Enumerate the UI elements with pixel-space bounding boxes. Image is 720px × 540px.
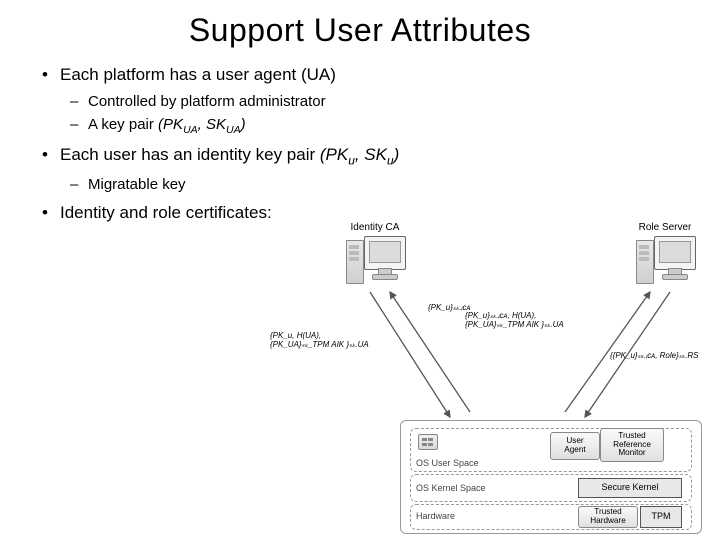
b1s2-prefix: A key pair xyxy=(88,116,158,133)
trusted-hardware-box: TrustedHardware xyxy=(578,506,638,528)
b2-sk-sub: u xyxy=(387,154,394,168)
bullet-2-sub-1: Migratable key xyxy=(60,174,684,195)
annotation-request-right: {PK_u}ₛₖ.ᵢcᴀ, H(UA),{PK_UA}ₛₖ_TPM AIK }ₛ… xyxy=(465,312,564,330)
b1s2-end: ) xyxy=(241,116,246,133)
b1s2-mid: , SK xyxy=(198,116,226,133)
bullet-1: Each platform has a user agent (UA) Cont… xyxy=(36,63,684,137)
b1s2-sk-sub: UA xyxy=(226,124,241,136)
role-server-label: Role Server xyxy=(630,222,700,233)
bullet-1-sub-2: A key pair (PKUA, SKUA) xyxy=(60,114,684,138)
trusted-reference-monitor-box: TrustedReferenceMonitor xyxy=(600,428,664,462)
b2-pk-sub: u xyxy=(348,154,355,168)
bullet-3: Identity and role certificates: xyxy=(36,201,684,225)
bullet-2: Each user has an identity key pair (PKu,… xyxy=(36,143,684,194)
bullet-1-sub-1: Controlled by platform administrator xyxy=(60,91,684,112)
b2-prefix: Each user has an identity key pair xyxy=(60,145,320,164)
os-window-icon xyxy=(418,434,438,450)
os-kernel-space-label: OS Kernel Space xyxy=(416,483,486,493)
b1s2-pk: (PK xyxy=(158,116,183,133)
identity-ca-icon xyxy=(346,236,406,286)
hardware-label: Hardware xyxy=(416,511,455,521)
annotation-request-left: {PK_u, H(UA),{PK_UA}ₛₖ_TPM AIK }ₛₖ.UA xyxy=(270,332,369,350)
user-agent-box: UserAgent xyxy=(550,432,600,460)
bullet-1-text: Each platform has a user agent (UA) xyxy=(60,65,336,84)
bullet-list: Each platform has a user agent (UA) Cont… xyxy=(36,63,684,224)
annotation-cert-right: {{PK_u}ₛₖ.ᵢcᴀ, Role}ₛₖ.RS xyxy=(610,352,699,361)
os-user-space-label: OS User Space xyxy=(416,458,479,468)
secure-kernel-box: Secure Kernel xyxy=(578,478,682,498)
architecture-diagram: Identity CA Role Server {PK_u, H(UA),{PK… xyxy=(300,222,720,540)
b1s2-pk-sub: UA xyxy=(183,124,198,136)
tpm-box: TPM xyxy=(640,506,682,528)
b2-pk: (PK xyxy=(320,145,348,164)
b2-end: ) xyxy=(394,145,400,164)
role-server-icon xyxy=(636,236,696,286)
identity-ca-label: Identity CA xyxy=(340,222,410,233)
b2-mid: , SK xyxy=(355,145,387,164)
slide-title: Support User Attributes xyxy=(36,12,684,49)
